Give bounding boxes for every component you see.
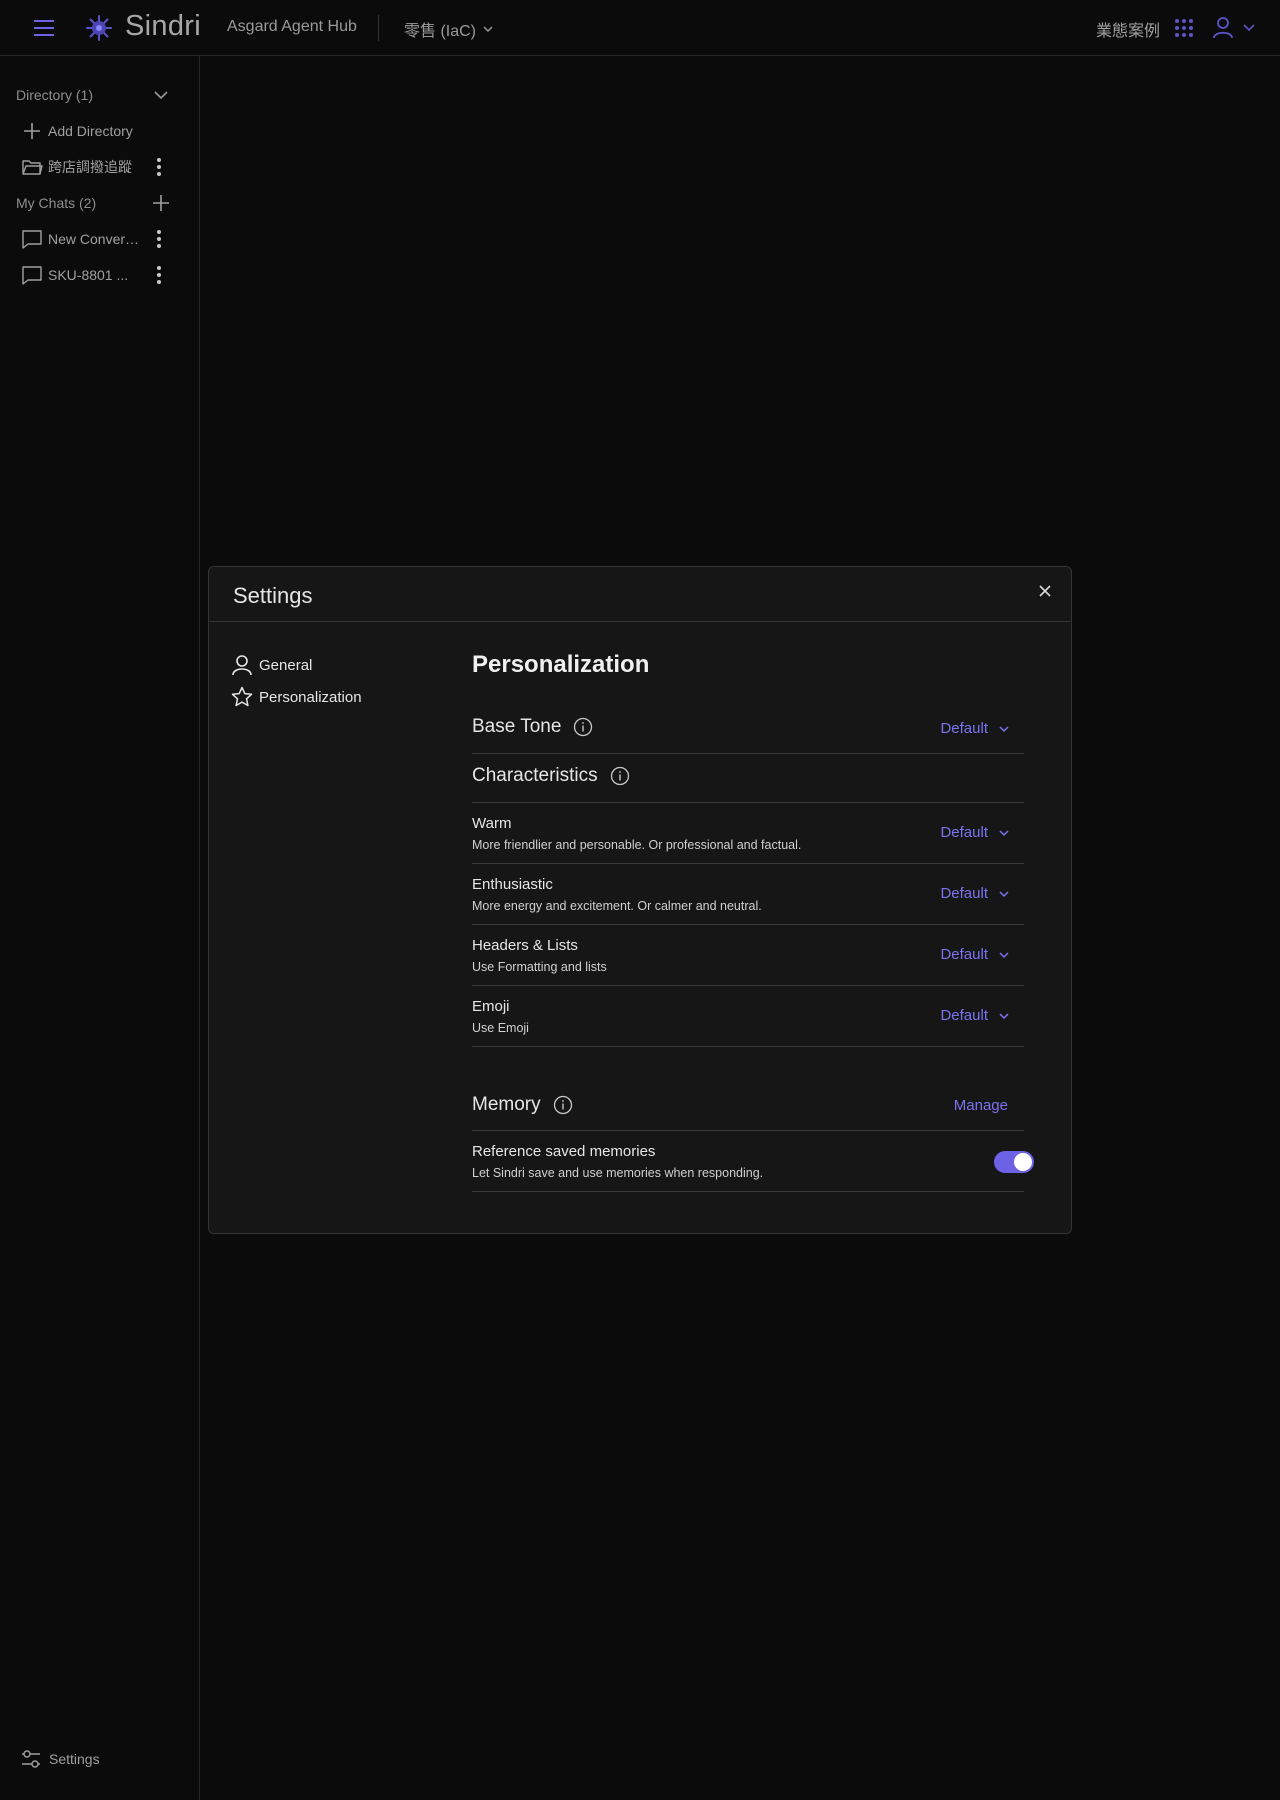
reference-memories-row: Reference saved memories Let Sindri save… xyxy=(472,1131,1034,1192)
option-description: Let Sindri save and use memories when re… xyxy=(472,1166,764,1180)
directory-section-header[interactable]: Directory (1) xyxy=(0,80,200,110)
settings-nav: General Personalization xyxy=(231,651,431,715)
characteristics-heading: Characteristics xyxy=(472,765,630,787)
chat-bubble-icon xyxy=(22,266,42,285)
add-directory-button[interactable]: Add Directory xyxy=(0,116,200,146)
chevron-down-icon xyxy=(999,725,1009,732)
more-vertical-icon[interactable] xyxy=(150,156,168,178)
panel-title: Personalization xyxy=(472,651,650,678)
chats-section-label: My Chats (2) xyxy=(16,195,97,211)
settings-sliders-icon xyxy=(22,1750,40,1768)
nav-item-general[interactable]: General xyxy=(231,651,431,679)
characteristic-warm-row: Warm More friendlier and personable. Or … xyxy=(472,803,1024,864)
brand-name: Sindri xyxy=(125,10,201,42)
characteristic-enthusiastic-row: Enthusiastic More energy and excitement.… xyxy=(472,864,1024,925)
option-title: Emoji xyxy=(472,998,510,1015)
star-icon xyxy=(231,686,253,707)
chat-item[interactable]: SKU-8801 ... xyxy=(0,260,200,290)
settings-button[interactable]: Settings xyxy=(21,1749,100,1769)
chat-item-label: SKU-8801 ... xyxy=(48,267,129,283)
folder-icon xyxy=(22,160,43,175)
chevron-down-icon xyxy=(999,1012,1009,1019)
header-divider xyxy=(378,15,379,41)
directory-item[interactable]: 跨店調撥追蹤 xyxy=(0,152,200,182)
chevron-down-icon xyxy=(1243,24,1255,32)
option-description: Use Emoji xyxy=(472,1021,529,1035)
user-icon xyxy=(232,655,252,676)
workspace-select[interactable]: 零售 (IaC) xyxy=(404,17,494,41)
warm-dropdown[interactable]: Default xyxy=(940,824,1010,841)
user-menu-button[interactable] xyxy=(1212,15,1256,39)
base-tone-row: Base Tone Default xyxy=(472,705,1024,754)
option-description: Use Formatting and lists xyxy=(472,960,607,974)
chat-item[interactable]: New Conversation xyxy=(0,224,200,254)
new-chat-plus-icon[interactable] xyxy=(152,194,170,212)
chat-item-label: New Conversation xyxy=(48,231,144,247)
hamburger-menu-icon[interactable] xyxy=(30,15,58,41)
chevron-down-icon xyxy=(999,951,1009,958)
personalization-panel: Personalization Base Tone Default Charac… xyxy=(472,647,1034,1192)
base-tone-dropdown[interactable]: Default xyxy=(940,720,1010,737)
reference-memories-toggle[interactable] xyxy=(994,1151,1034,1173)
dropdown-value: Default xyxy=(940,824,988,841)
close-icon[interactable] xyxy=(1037,583,1053,599)
chats-section-header: My Chats (2) xyxy=(0,188,200,218)
characteristics-label: Characteristics xyxy=(472,765,598,786)
directory-section-label: Directory (1) xyxy=(16,87,94,103)
option-title: Headers & Lists xyxy=(472,937,578,954)
characteristic-emoji-row: Emoji Use Emoji Default xyxy=(472,986,1024,1047)
apps-grid-icon[interactable] xyxy=(1174,18,1194,38)
chevron-down-icon xyxy=(483,26,493,33)
chat-bubble-icon xyxy=(22,230,42,249)
characteristic-headers-lists-row: Headers & Lists Use Formatting and lists… xyxy=(472,925,1024,986)
plus-icon xyxy=(24,123,40,139)
enthusiastic-dropdown[interactable]: Default xyxy=(940,885,1010,902)
info-icon[interactable] xyxy=(573,717,593,737)
chevron-down-icon xyxy=(999,890,1009,897)
base-tone-label: Base Tone xyxy=(472,716,562,737)
modal-header: Settings xyxy=(209,567,1071,622)
sindri-logo-icon xyxy=(84,13,114,43)
toggle-knob xyxy=(1014,1153,1032,1171)
headers-lists-dropdown[interactable]: Default xyxy=(940,946,1010,963)
option-title: Warm xyxy=(472,815,512,832)
memory-heading: Memory xyxy=(472,1094,573,1116)
more-vertical-icon[interactable] xyxy=(150,264,168,286)
memory-label: Memory xyxy=(472,1094,541,1115)
dropdown-value: Default xyxy=(940,1007,988,1024)
option-description: More friendlier and personable. Or profe… xyxy=(472,838,802,852)
characteristics-row: Characteristics xyxy=(472,754,1024,803)
nav-item-label: General xyxy=(259,656,313,674)
user-icon xyxy=(1213,17,1233,39)
manage-memory-button[interactable]: Manage xyxy=(954,1097,1008,1114)
nav-item-personalization[interactable]: Personalization xyxy=(231,683,431,711)
base-tone-heading: Base Tone xyxy=(472,716,593,738)
add-directory-label: Add Directory xyxy=(48,123,133,139)
sidebar: Directory (1) Add Directory 跨店調撥追蹤 My Ch… xyxy=(0,56,200,1800)
memory-row: Memory Manage xyxy=(472,1080,1024,1131)
dropdown-value: Default xyxy=(940,946,988,963)
info-icon[interactable] xyxy=(553,1095,573,1115)
directory-item-label: 跨店調撥追蹤 xyxy=(48,159,132,175)
settings-label: Settings xyxy=(49,1751,100,1767)
top-header: Sindri Asgard Agent Hub 零售 (IaC) 業態案例 xyxy=(0,0,1280,56)
chevron-down-icon[interactable] xyxy=(152,86,170,104)
chevron-down-icon xyxy=(999,829,1009,836)
dropdown-value: Default xyxy=(940,885,988,902)
workspace-label: 零售 (IaC) xyxy=(404,23,477,40)
emoji-dropdown[interactable]: Default xyxy=(940,1007,1010,1024)
hub-title: Asgard Agent Hub xyxy=(227,18,357,35)
use-cases-link[interactable]: 業態案例 xyxy=(1096,17,1160,41)
option-description: More energy and excitement. Or calmer an… xyxy=(472,899,762,913)
nav-item-label: Personalization xyxy=(259,688,362,706)
more-vertical-icon[interactable] xyxy=(150,228,168,250)
dropdown-value: Default xyxy=(940,720,988,737)
settings-modal: Settings General Personalization Persona… xyxy=(208,566,1072,1234)
option-title: Enthusiastic xyxy=(472,876,553,893)
info-icon[interactable] xyxy=(610,766,630,786)
option-title: Reference saved memories xyxy=(472,1143,656,1160)
modal-title: Settings xyxy=(233,583,313,608)
